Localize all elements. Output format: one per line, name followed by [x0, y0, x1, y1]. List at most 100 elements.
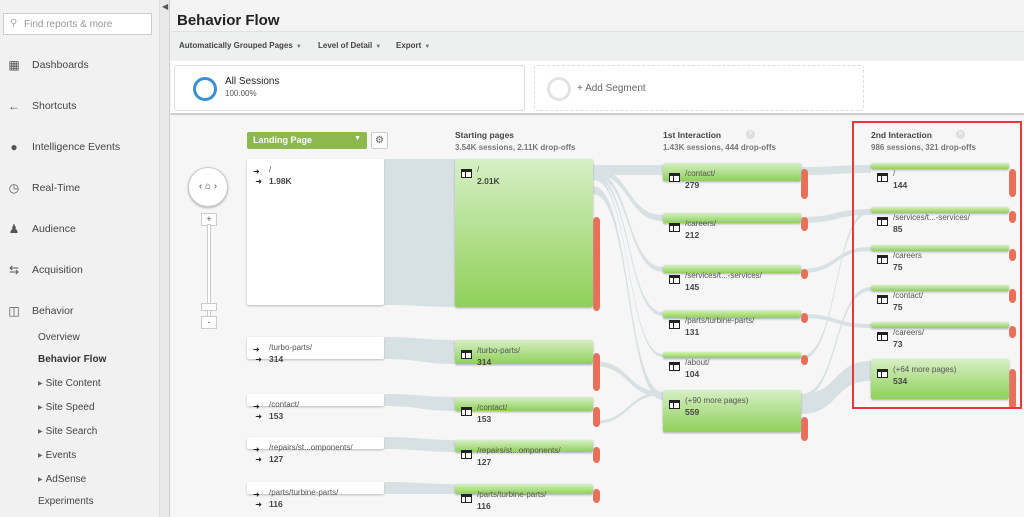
page-title: Behavior Flow [177, 12, 280, 29]
collapse-arrow-icon: ◀ [162, 2, 169, 11]
dropoff-bar[interactable] [593, 407, 600, 427]
page-icon [461, 169, 472, 180]
node-bar [455, 397, 593, 411]
expand-icon: ▶ [38, 477, 43, 483]
page-icon [461, 407, 472, 418]
segment-bar: All Sessions 100.00% + Add Segment [171, 61, 1024, 115]
expand-icon: ▶ [38, 381, 43, 387]
dropoff-bar[interactable] [593, 353, 600, 391]
column-stats-first: 1.43K sessions, 444 drop-offs [663, 143, 776, 152]
toolbar: Automatically Grouped Pages ▼ Level of De… [171, 31, 1024, 61]
node-count: 153 [269, 411, 284, 421]
entrance-arrows-icon: ➜ ➜ [253, 345, 262, 364]
remove-column-icon[interactable]: ✕ [746, 130, 755, 139]
sidebar-item-real-time[interactable]: ◷ Real-Time [0, 179, 160, 199]
sidebar-sub-adsense[interactable]: ▶ AdSense [38, 474, 86, 485]
sidebar-sub-behavior-flow[interactable]: Behavior Flow [38, 354, 106, 365]
node-bar [455, 340, 593, 364]
node-bar [663, 213, 801, 223]
flow-link [384, 159, 455, 307]
main-content: Behavior Flow Automatically Grouped Page… [171, 0, 1024, 517]
page-icon [461, 494, 472, 505]
node-count: 314 [477, 357, 492, 367]
dropoff-bar[interactable] [801, 169, 808, 199]
node-page: /repairs/st...omponents/ [477, 446, 561, 455]
sidebar-item-intelligence-events[interactable]: ● Intelligence Events [0, 138, 160, 158]
caret-down-icon: ▼ [424, 44, 431, 50]
sidebar-item-audience[interactable]: ♟ Audience [0, 220, 160, 240]
node-page: / [269, 165, 272, 174]
gear-icon[interactable]: ⚙ [371, 132, 388, 149]
sidebar-sub-site-content[interactable]: ▶ Site Content [38, 378, 101, 389]
dropoff-bar[interactable] [593, 217, 600, 311]
node-page: /turbo-parts/ [269, 343, 313, 352]
sidebar-sub-site-speed[interactable]: ▶ Site Speed [38, 402, 95, 413]
page-icon [669, 400, 680, 411]
flow-link [384, 394, 455, 411]
sidebar-item-dashboards[interactable]: ▦ Dashboards [0, 56, 160, 76]
page-icon [669, 173, 680, 184]
node-page: /services/t...-services/ [685, 271, 762, 280]
grid-icon: ▦ [8, 58, 20, 72]
node-count: 131 [685, 327, 700, 337]
column-stats-starting: 3.54K sessions, 2.11K drop-offs [455, 143, 576, 152]
sidebar-sub-events[interactable]: ▶ Events [38, 450, 76, 461]
node-count: 127 [269, 454, 284, 464]
sidebar-item-behavior[interactable]: ◫ Behavior [0, 302, 160, 322]
expand-icon: ▶ [38, 453, 43, 459]
flow-link [384, 482, 455, 494]
add-segment-button[interactable]: + Add Segment [534, 65, 864, 111]
search-icon: ⚲ [10, 18, 18, 29]
search-placeholder: Find reports & more [24, 19, 113, 30]
dropoff-bar[interactable] [801, 417, 808, 441]
node-page: / [477, 165, 480, 174]
node-count: 314 [269, 354, 284, 364]
flow-link [593, 392, 663, 424]
node-count: 279 [685, 180, 700, 190]
zoom-slider-handle[interactable] [201, 303, 217, 311]
zoom-out-button[interactable]: - [201, 316, 217, 329]
sidebar-item-acquisition[interactable]: ⇆ Acquisition [0, 261, 160, 281]
dropoff-bar[interactable] [801, 217, 808, 231]
sidebar-sub-overview[interactable]: Overview [38, 332, 80, 343]
dropoff-bar[interactable] [801, 313, 808, 323]
lightbulb-icon: ● [10, 140, 18, 154]
dropoff-bar[interactable] [593, 447, 600, 463]
grouping-dropdown[interactable]: Automatically Grouped Pages ▼ [179, 41, 302, 50]
search-input[interactable]: ⚲ Find reports & more [3, 13, 152, 35]
export-dropdown[interactable]: Export ▼ [396, 41, 430, 50]
dimension-dropdown[interactable]: Landing Page ▼ [247, 132, 367, 149]
node-count: 116 [269, 499, 283, 509]
sidebar-collapse-handle[interactable]: ◀ [160, 0, 170, 517]
dropoff-bar[interactable] [593, 489, 600, 503]
layout-icon: ◫ [8, 304, 20, 318]
highlight-box [852, 121, 1022, 409]
sidebar: ⚲ Find reports & more ▦ Dashboards ← Short… [0, 0, 160, 517]
sidebar-sub-experiments[interactable]: Experiments [38, 496, 94, 507]
node-bar [663, 163, 801, 181]
pan-home-control[interactable]: ‹ ⌂ › [188, 167, 228, 207]
level-of-detail-dropdown[interactable]: Level of Detail ▼ [318, 41, 381, 50]
behavior-flow-canvas[interactable]: Landing Page ▼ ⚙ ‹ ⌂ › + - Starting pages… [171, 117, 1024, 517]
node-page: /repairs/st...omponents/ [269, 443, 353, 452]
dropoff-bar[interactable] [801, 269, 808, 279]
people-icon: ♟ [8, 222, 20, 236]
node-count: 1.98K [269, 176, 292, 186]
segment-all-sessions[interactable]: All Sessions 100.00% [174, 65, 525, 111]
node-page: /parts/turbine-parts/ [477, 490, 547, 499]
node-page: /contact/ [477, 403, 508, 412]
node-page: /contact/ [685, 169, 716, 178]
node-count: 153 [477, 414, 492, 424]
page-icon [461, 350, 472, 361]
clock-icon: ◷ [8, 181, 20, 195]
sidebar-item-shortcuts[interactable]: ← Shortcuts [0, 97, 160, 117]
node-count: 145 [685, 282, 700, 292]
node-page: /about/ [685, 358, 710, 367]
acquisition-arrows-icon: ⇆ [8, 263, 20, 277]
dropoff-bar[interactable] [801, 355, 808, 365]
entrance-arrows-icon: ➜ ➜ [253, 402, 262, 421]
column-title-first: 1st Interaction [663, 130, 722, 140]
empty-segment-ring-icon [547, 77, 571, 101]
flow-link [384, 337, 455, 364]
sidebar-sub-site-search[interactable]: ▶ Site Search [38, 426, 97, 437]
